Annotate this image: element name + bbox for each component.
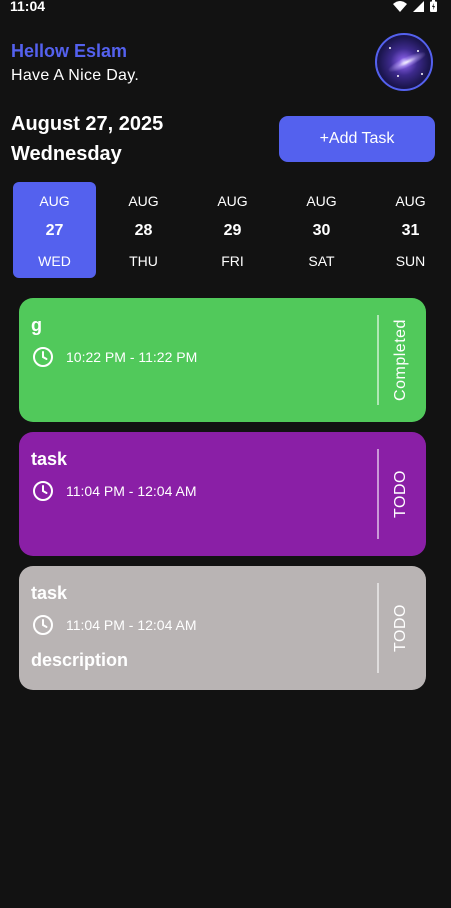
date-cell-month: AUG <box>217 193 248 209</box>
task-status-label: TODO <box>392 470 409 518</box>
current-weekday: Wednesday <box>11 143 122 165</box>
task-divider <box>377 583 379 673</box>
clock-icon <box>32 346 54 368</box>
task-time: 10:22 PM - 11:22 PM <box>66 349 198 365</box>
task-card[interactable]: g 10:22 PM - 11:22 PM Completed <box>19 298 426 422</box>
greeting-subtitle: Have A Nice Day. <box>11 67 140 84</box>
avatar-star <box>417 50 419 52</box>
date-cell-weekday: THU <box>129 253 158 269</box>
date-cell-day: 29 <box>223 222 242 239</box>
cell-signal-icon <box>413 0 424 12</box>
task-status: Completed <box>381 298 421 422</box>
add-task-button[interactable]: +Add Task <box>279 116 435 162</box>
task-status: TODO <box>381 432 421 556</box>
task-status-label: TODO <box>392 604 409 652</box>
date-cell-day: 28 <box>134 222 153 239</box>
task-title: task <box>31 449 68 469</box>
date-cell-month: AUG <box>306 193 337 209</box>
date-cell[interactable]: AUG 29 FRI <box>191 182 274 278</box>
date-cell-month: AUG <box>395 193 426 209</box>
status-time: 11:04 <box>10 0 46 14</box>
date-cell-day: 31 <box>401 222 420 239</box>
date-cell-weekday: SAT <box>308 253 335 269</box>
current-date: August 27, 2025 <box>11 113 164 135</box>
avatar-star <box>421 73 423 75</box>
task-description: description <box>31 650 129 670</box>
task-time: 11:04 PM - 12:04 AM <box>66 617 197 633</box>
clock-icon <box>32 614 54 636</box>
avatar-star <box>397 75 399 77</box>
status-bar: 11:04 <box>0 0 451 14</box>
date-cell-month: AUG <box>128 193 159 209</box>
avatar-nebula <box>386 49 428 75</box>
date-header: August 27, 2025 Wednesday <box>11 112 163 166</box>
date-cell[interactable]: AUG 27 WED <box>13 182 96 278</box>
greeting-name: Hellow Eslam <box>11 41 128 61</box>
task-time: 11:04 PM - 12:04 AM <box>66 483 197 499</box>
avatar[interactable] <box>375 33 433 91</box>
battery-icon <box>430 0 437 12</box>
greeting: Hellow Eslam Have A Nice Day. <box>11 40 139 87</box>
date-cell[interactable]: AUG 28 THU <box>102 182 185 278</box>
task-time-row: 11:04 PM - 12:04 AM <box>32 480 196 502</box>
task-card[interactable]: task 11:04 PM - 12:04 AM TODO <box>19 432 426 556</box>
avatar-star <box>389 47 391 49</box>
task-divider <box>377 449 379 539</box>
date-cell-weekday: WED <box>38 253 71 269</box>
date-cell-day: 27 <box>45 222 64 239</box>
date-cell-day: 30 <box>312 222 331 239</box>
task-status-label: Completed <box>392 319 409 401</box>
task-title: task <box>31 583 68 603</box>
date-cell[interactable]: AUG 31 SUN <box>369 182 451 278</box>
task-card[interactable]: task 11:04 PM - 12:04 AM description TOD… <box>19 566 426 690</box>
date-picker-strip: AUG 27 WED AUG 28 THU AUG 29 FRI AUG 30 … <box>13 182 443 278</box>
task-time-row: 10:22 PM - 11:22 PM <box>32 346 197 368</box>
task-status: TODO <box>381 566 421 690</box>
task-title: g <box>31 315 42 335</box>
clock-icon <box>32 480 54 502</box>
task-time-row: 11:04 PM - 12:04 AM <box>32 614 196 636</box>
date-cell-weekday: SUN <box>395 253 426 269</box>
date-cell-month: AUG <box>39 193 70 209</box>
status-icons <box>393 0 437 12</box>
date-cell[interactable]: AUG 30 SAT <box>280 182 363 278</box>
wifi-icon <box>393 0 407 12</box>
task-divider <box>377 315 379 405</box>
date-cell-weekday: FRI <box>221 253 244 269</box>
